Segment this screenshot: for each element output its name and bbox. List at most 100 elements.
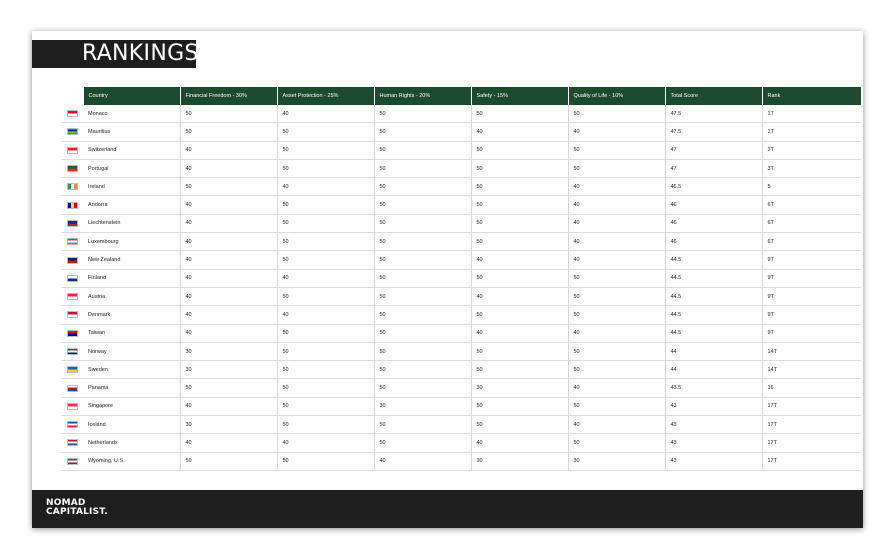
panama-flag-icon [66, 384, 78, 392]
usa-flag-icon [66, 457, 78, 465]
cell-country: Panama [83, 378, 180, 398]
cell-financial-freedom: 40 [179, 250, 277, 270]
cell-financial-freedom: 40 [179, 324, 277, 343]
cell-safety: 50 [470, 177, 568, 197]
cell-country: Taiwan [83, 324, 180, 343]
table-row: Monaco 50 40 50 50 50 47.5 1T [61, 105, 861, 124]
cell-asset-protection: 50 [276, 287, 374, 307]
cell-rank: 14T [761, 342, 861, 362]
cell-country: Andorra [83, 195, 180, 215]
cell-country: Sweden [83, 360, 180, 380]
cell-quality-of-life: 30 [567, 452, 665, 471]
table-row: Luxembourg 40 50 50 50 40 46 6T [61, 232, 861, 252]
table-row: Ireland 50 40 50 50 40 46.5 5 [61, 177, 861, 197]
cell-rank: 9T [761, 250, 861, 270]
cell-rank: 5 [761, 177, 861, 197]
cell-financial-freedom: 40 [179, 141, 277, 160]
cell-financial-freedom: 40 [179, 269, 277, 288]
cell-safety: 50 [470, 415, 568, 435]
cell-human-rights: 50 [373, 250, 471, 270]
cell-total-score: 43 [664, 397, 762, 417]
table-header-row: Country Financial Freedom - 30% Asset Pr… [61, 87, 861, 105]
cell-safety: 40 [470, 433, 568, 453]
cell-quality-of-life: 50 [567, 159, 665, 179]
cell-total-score: 43 [664, 415, 762, 435]
cell-human-rights: 50 [373, 305, 471, 325]
flag-cell [61, 360, 83, 380]
cell-total-score: 46.5 [664, 177, 762, 197]
flag-cell [61, 269, 83, 288]
cell-asset-protection: 50 [276, 397, 374, 417]
finland-flag-icon [66, 274, 78, 282]
cell-country: Netherlands [83, 433, 180, 453]
cell-country: Switzerland [83, 141, 180, 160]
cell-safety: 50 [470, 195, 568, 215]
cell-asset-protection: 50 [276, 122, 374, 142]
cell-quality-of-life: 40 [567, 378, 665, 398]
cell-asset-protection: 50 [276, 415, 374, 435]
cell-total-score: 47.5 [664, 122, 762, 142]
cell-total-score: 47 [664, 159, 762, 179]
cell-safety: 50 [470, 269, 568, 288]
cell-rank: 14T [761, 360, 861, 380]
cell-human-rights: 50 [373, 177, 471, 197]
cell-rank: 1T [761, 122, 861, 142]
column-header-rank: Rank [761, 87, 861, 105]
table-row: Finland 40 40 50 50 50 44.5 9T [61, 269, 861, 288]
cell-human-rights: 50 [373, 433, 471, 453]
norway-flag-icon [66, 348, 78, 355]
cell-human-rights: 50 [373, 105, 471, 124]
flag-cell [61, 250, 83, 270]
ireland-flag-icon [66, 183, 78, 191]
flag-cell [61, 232, 83, 252]
cell-quality-of-life: 40 [567, 250, 665, 270]
cell-quality-of-life: 50 [567, 141, 665, 160]
cell-asset-protection: 50 [276, 342, 374, 362]
cell-human-rights: 50 [373, 378, 471, 398]
cell-safety: 50 [470, 360, 568, 380]
logo-line-2: CAPITALIST. [46, 507, 108, 517]
rankings-table: Country Financial Freedom - 30% Asset Pr… [61, 87, 861, 471]
nomad-capitalist-logo: NOMAD CAPITALIST. [46, 499, 108, 517]
footer-bar: NOMAD CAPITALIST. [32, 490, 863, 528]
flag-column-header [61, 87, 83, 105]
flag-cell [61, 342, 83, 362]
cell-rank: 3T [761, 159, 861, 179]
table-row: Andorra 40 50 50 50 40 46 6T [61, 195, 861, 215]
cell-human-rights: 50 [373, 195, 471, 215]
table-row: Liechtenstein 40 50 50 50 40 46 6T [61, 214, 861, 234]
cell-country: Mauritius [83, 122, 180, 142]
portugal-flag-icon [66, 165, 78, 173]
cell-asset-protection: 40 [276, 105, 374, 124]
table-row: Denmark 40 40 50 50 50 44.5 9T [61, 305, 861, 325]
table-row: Portugal 40 50 50 50 50 47 3T [61, 159, 861, 179]
cell-total-score: 47.5 [664, 105, 762, 124]
cell-rank: 17T [761, 397, 861, 417]
cell-human-rights: 50 [373, 269, 471, 288]
cell-total-score: 44.5 [664, 250, 762, 270]
cell-financial-freedom: 40 [179, 232, 277, 252]
flag-cell [61, 105, 83, 124]
cell-total-score: 46 [664, 195, 762, 215]
cell-safety: 50 [470, 397, 568, 417]
cell-financial-freedom: 50 [179, 122, 277, 142]
cell-rank: 9T [761, 287, 861, 307]
cell-asset-protection: 50 [276, 159, 374, 179]
flag-cell [61, 287, 83, 307]
cell-quality-of-life: 50 [567, 287, 665, 307]
cell-asset-protection: 50 [276, 378, 374, 398]
cell-safety: 50 [470, 232, 568, 252]
cell-asset-protection: 40 [276, 269, 374, 288]
cell-asset-protection: 50 [276, 360, 374, 380]
sweden-flag-icon [66, 366, 78, 374]
cell-safety: 50 [470, 342, 568, 362]
table-row: New Zealand 40 50 50 40 40 44.5 9T [61, 250, 861, 270]
cell-total-score: 43 [664, 452, 762, 471]
cell-rank: 6T [761, 214, 861, 234]
cell-quality-of-life: 40 [567, 232, 665, 252]
cell-total-score: 43.5 [664, 378, 762, 398]
cell-total-score: 44 [664, 360, 762, 380]
cell-quality-of-life: 50 [567, 433, 665, 453]
taiwan-flag-icon [66, 329, 78, 337]
cell-financial-freedom: 40 [179, 433, 277, 453]
